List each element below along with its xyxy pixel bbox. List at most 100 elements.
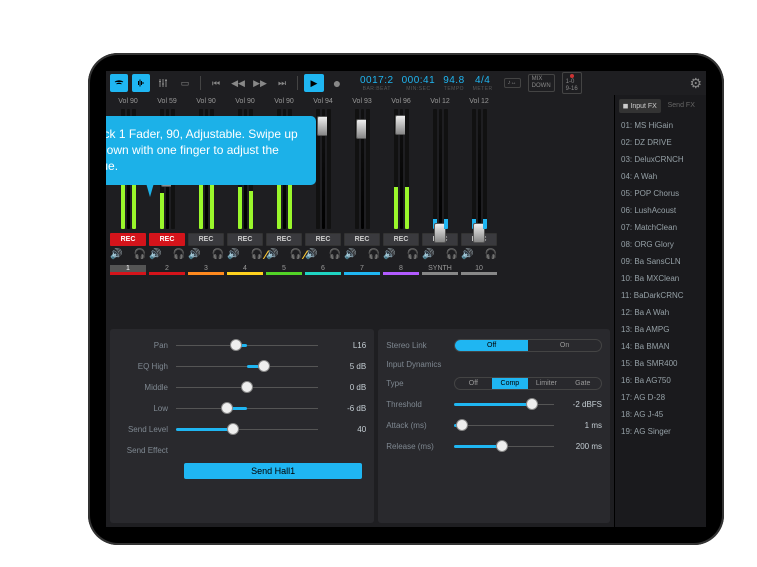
loop-range-button[interactable]: 1-0 9-16 [562,72,582,94]
fx-preset-item[interactable]: 13: Ba AMPG [619,321,702,338]
channel-label[interactable]: 10 [461,265,497,275]
param-value: 5 dB [318,362,366,371]
channel-label[interactable]: 4 [227,265,263,275]
param-label: Release (ms) [386,442,454,451]
channel-label[interactable]: 5 [266,265,302,275]
param-slider[interactable] [454,445,554,448]
timecode-group: 0017:2BAR:BEAT 000:41MIN:SEC 94.8TEMPO 4… [356,75,497,92]
send-effect-button[interactable]: Send Hall1 [184,463,362,479]
fx-preset-item[interactable]: 15: Ba SMR400 [619,355,702,372]
param-slider[interactable] [176,344,318,347]
param-slider[interactable] [176,365,318,368]
volume-label: Vol 12 [469,95,488,107]
fader[interactable] [344,109,380,229]
fader[interactable] [422,109,458,229]
fx-preset-item[interactable]: 14: Ba BMAN [619,338,702,355]
channel-label[interactable]: 3 [188,265,224,275]
channel-label[interactable]: 7 [344,265,380,275]
fx-preset-item[interactable]: 17: AG D-28 [619,389,702,406]
rec-arm-button[interactable]: REC [344,233,380,246]
headphones-icon[interactable]: 🎧 [368,250,380,260]
param-value: -6 dB [318,404,366,413]
wifi-icon[interactable] [110,74,128,92]
param-slider[interactable] [176,407,318,410]
fx-preset-item[interactable]: 09: Ba SansCLN [619,253,702,270]
param-slider[interactable] [454,403,554,406]
track-view-icon[interactable]: ▭ [176,74,194,92]
rec-arm-button[interactable]: REC [266,233,302,246]
min-sec-value[interactable]: 000:41 [402,75,436,86]
ff-icon[interactable]: ▶▶ [251,74,269,92]
tab-input-fx[interactable]: ◼ Input FX [619,99,661,113]
channel-10: Vol 12 REC 🔊 🎧 10 [461,95,497,325]
fader[interactable] [461,109,497,229]
rec-arm-button[interactable]: REC [149,233,185,246]
stereo-link-toggle[interactable]: OffOn [454,339,602,352]
param-slider[interactable] [176,386,318,389]
headphones-icon[interactable]: 🎧 [446,250,458,260]
tab-send-fx[interactable]: Send FX [661,99,703,113]
fx-preset-item[interactable]: 19: AG Singer [619,423,702,440]
waveform-icon[interactable] [132,74,150,92]
dynamics-type-selector[interactable]: OffCompLimiterGate [454,377,602,390]
rec-arm-button[interactable]: REC [188,233,224,246]
rec-arm-button[interactable]: REC [305,233,341,246]
headphones-icon[interactable]: 🎧 [173,250,185,260]
fx-preset-item[interactable]: 01: MS HiGain [619,117,702,134]
channel-label[interactable]: 2 [149,265,185,275]
fx-preset-item[interactable]: 06: LushAcoust [619,202,702,219]
monitor-row: 🔊 🎧 [227,249,263,261]
mixer-icon[interactable] [154,74,172,92]
channel-label[interactable]: 6 [305,265,341,275]
channel-label[interactable]: 1 [110,265,146,275]
headphones-icon[interactable]: 🎧 [212,250,224,260]
monitor-row: 🔊 🎧 [188,249,224,261]
fx-preset-item[interactable]: 16: Ba AG750 [619,372,702,389]
dynamics-panel: Stereo Link OffOnInput DynamicsType OffC… [378,329,610,523]
param-value: 200 ms [554,442,602,451]
fx-preset-item[interactable]: 12: Ba A Wah [619,304,702,321]
headphones-icon[interactable]: 🎧 [290,250,302,260]
meter-value[interactable]: 4/4 [473,75,493,86]
rec-arm-button[interactable]: REC [110,233,146,246]
fx-preset-item[interactable]: 10: Ba MXClean [619,270,702,287]
volume-label: Vol 96 [391,95,410,107]
headphones-icon[interactable]: 🎧 [407,250,419,260]
stereo-link-label: Stereo Link [386,341,454,350]
param-slider[interactable] [176,428,318,431]
fx-preset-item[interactable]: 05: POP Chorus [619,185,702,202]
mixdown-button[interactable]: MIX DOWN [528,74,555,91]
fx-preset-item[interactable]: 08: ORG Glory [619,236,702,253]
fx-preset-item[interactable]: 18: AG J-45 [619,406,702,423]
volume-label: Vol 90 [274,95,293,107]
rec-arm-button[interactable]: REC [383,233,419,246]
volume-label: Vol 93 [352,95,371,107]
rec-arm-button[interactable]: REC [227,233,263,246]
fwd-end-icon[interactable]: ⏭ [273,74,291,92]
fx-preset-item[interactable]: 02: DZ DRIVE [619,134,702,151]
channel-label[interactable]: SYNTH [422,265,458,275]
settings-icon[interactable]: ⚙ [689,75,702,92]
tempo-value[interactable]: 94.8 [443,75,464,86]
fx-preset-item[interactable]: 03: DeluxCRNCH [619,151,702,168]
bar-beat-value[interactable]: 0017:2 [360,75,394,86]
fx-preset-item[interactable]: 11: BaDarkCRNC [619,287,702,304]
play-button[interactable]: ▶ [304,74,324,92]
param-label: EQ High [118,362,176,371]
fader[interactable] [383,109,419,229]
headphones-icon[interactable]: 🎧 [329,250,341,260]
fx-preset-item[interactable]: 04: A Wah [619,168,702,185]
headphones-icon[interactable]: 🎧 [134,250,146,260]
headphones-icon[interactable]: 🎧 [251,250,263,260]
channel-label[interactable]: 8 [383,265,419,275]
metronome-button[interactable]: ♪↔ [504,78,521,89]
rw-icon[interactable]: ◀◀ [229,74,247,92]
monitor-row: 🔊 🎧 [110,249,146,261]
param-slider[interactable] [454,424,554,427]
fx-preset-item[interactable]: 07: MatchClean [619,219,702,236]
headphones-icon[interactable]: 🎧 [485,250,497,260]
rewind-icon[interactable]: ⏮ [207,74,225,92]
volume-label: Vol 94 [313,95,332,107]
record-button[interactable]: ● [328,74,346,92]
channel-9: Vol 12 REC 🔊 🎧 SYNTH [422,95,458,325]
